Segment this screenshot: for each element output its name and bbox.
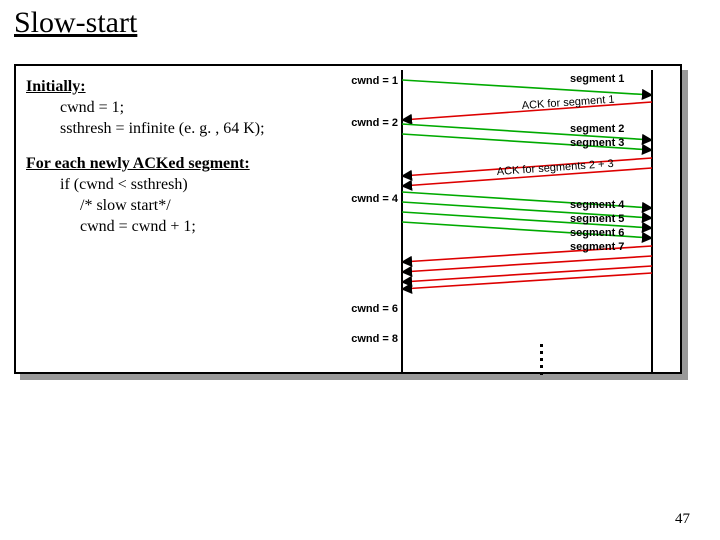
algo-line: if (cwnd < ssthresh) xyxy=(26,174,336,195)
cwnd-label: cwnd = 6 xyxy=(351,303,398,315)
algo-line: /* slow start*/ xyxy=(26,195,336,216)
segment-label: segment 5 xyxy=(570,213,624,225)
initially-label: Initially: xyxy=(26,78,86,95)
cwnd-label: cwnd = 2 xyxy=(351,117,398,129)
content-box: Initially: cwnd = 1; ssthresh = infinite… xyxy=(14,64,682,374)
segment-label: segment 6 xyxy=(570,227,624,239)
cwnd-label: cwnd = 4 xyxy=(351,193,399,205)
algo-line: ssthresh = infinite (e. g. , 64 K); xyxy=(26,118,336,139)
segment-label: segment 4 xyxy=(570,199,625,211)
algo-line: cwnd = cwnd + 1; xyxy=(26,216,336,237)
algorithm-text: Initially: cwnd = 1; ssthresh = infinite… xyxy=(26,76,336,237)
slide-number: 47 xyxy=(675,511,690,528)
algo-line: cwnd = 1; xyxy=(26,97,336,118)
slide-title: Slow-start xyxy=(14,6,137,40)
for-each-label: For each newly ACKed segment: xyxy=(26,155,250,172)
segment-label: segment 7 xyxy=(570,241,624,253)
segment-label: segment 3 xyxy=(570,137,624,149)
segment-label: segment 2 xyxy=(570,123,624,135)
cwnd-label: cwnd = 1 xyxy=(351,75,398,87)
cwnd-label: cwnd = 8 xyxy=(351,333,398,345)
segment-label: segment 1 xyxy=(570,73,624,85)
ack-label: ACK for segment 1 xyxy=(521,94,615,112)
slowstart-diagram: cwnd = 1 cwnd = 2 cwnd = 4 cwnd = 6 cwnd… xyxy=(332,62,672,432)
